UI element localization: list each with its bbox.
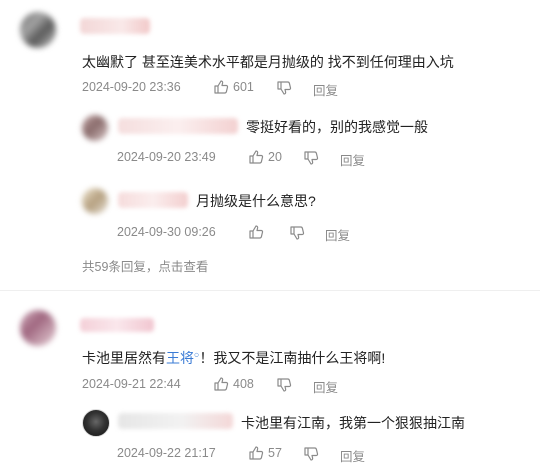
thumb-down-icon[interactable] bbox=[303, 446, 319, 462]
username[interactable] bbox=[118, 118, 238, 134]
reply-button[interactable]: 回复 bbox=[340, 446, 365, 465]
username[interactable] bbox=[118, 192, 188, 208]
reply-button[interactable]: 回复 bbox=[313, 80, 338, 99]
thumb-down-icon[interactable] bbox=[276, 377, 292, 393]
thumb-up-icon[interactable] bbox=[213, 376, 229, 392]
view-more-replies[interactable]: 共59条回复，点击查看 bbox=[82, 256, 208, 275]
topic-link[interactable]: 王将 bbox=[166, 350, 194, 366]
reply-date: 2024-09-20 23:49 bbox=[117, 150, 216, 164]
thumb-up-icon[interactable] bbox=[248, 445, 264, 461]
username[interactable] bbox=[80, 318, 154, 332]
reply-text: 零挺好看的，别的我感觉一般 bbox=[246, 119, 428, 135]
reply-date: 2024-09-22 21:17 bbox=[117, 446, 216, 460]
thumb-down-icon[interactable] bbox=[289, 225, 305, 241]
comment-text-before: 卡池里居然有 bbox=[82, 350, 166, 366]
username[interactable] bbox=[118, 413, 233, 429]
comment-text: 卡池里居然有王将○！我又不是江南抽什么王将啊! bbox=[82, 348, 385, 368]
username[interactable] bbox=[80, 18, 150, 34]
reply-date: 2024-09-30 09:26 bbox=[117, 225, 216, 239]
comment-text: 太幽默了 甚至连美术水平都是月抛级的 找不到任何理由入坑 bbox=[82, 54, 454, 70]
reply-button[interactable]: 回复 bbox=[313, 377, 338, 396]
reply-button[interactable]: 回复 bbox=[325, 225, 350, 244]
like-count: 20 bbox=[268, 150, 282, 164]
like-count: 408 bbox=[233, 377, 254, 391]
thumb-up-icon[interactable] bbox=[248, 149, 264, 165]
avatar[interactable] bbox=[82, 188, 108, 214]
avatar[interactable] bbox=[82, 115, 108, 141]
comment-date: 2024-09-20 23:36 bbox=[82, 80, 181, 94]
like-count: 57 bbox=[268, 446, 282, 460]
avatar[interactable] bbox=[20, 12, 56, 48]
thumb-up-icon[interactable] bbox=[213, 79, 229, 95]
reply-text: 月抛级是什么意思? bbox=[196, 193, 316, 209]
divider bbox=[0, 290, 540, 291]
reply-text: 卡池里有江南，我第一个狠狠抽江南 bbox=[241, 415, 465, 431]
comment-text-after: ！我又不是江南抽什么王将啊! bbox=[199, 350, 386, 366]
avatar[interactable] bbox=[82, 409, 110, 437]
comment-date: 2024-09-21 22:44 bbox=[82, 377, 181, 391]
avatar[interactable] bbox=[20, 310, 56, 346]
thumb-up-icon[interactable] bbox=[248, 224, 264, 240]
like-count: 601 bbox=[233, 80, 254, 94]
thumb-down-icon[interactable] bbox=[303, 150, 319, 166]
reply-button[interactable]: 回复 bbox=[340, 150, 365, 169]
thumb-down-icon[interactable] bbox=[276, 80, 292, 96]
